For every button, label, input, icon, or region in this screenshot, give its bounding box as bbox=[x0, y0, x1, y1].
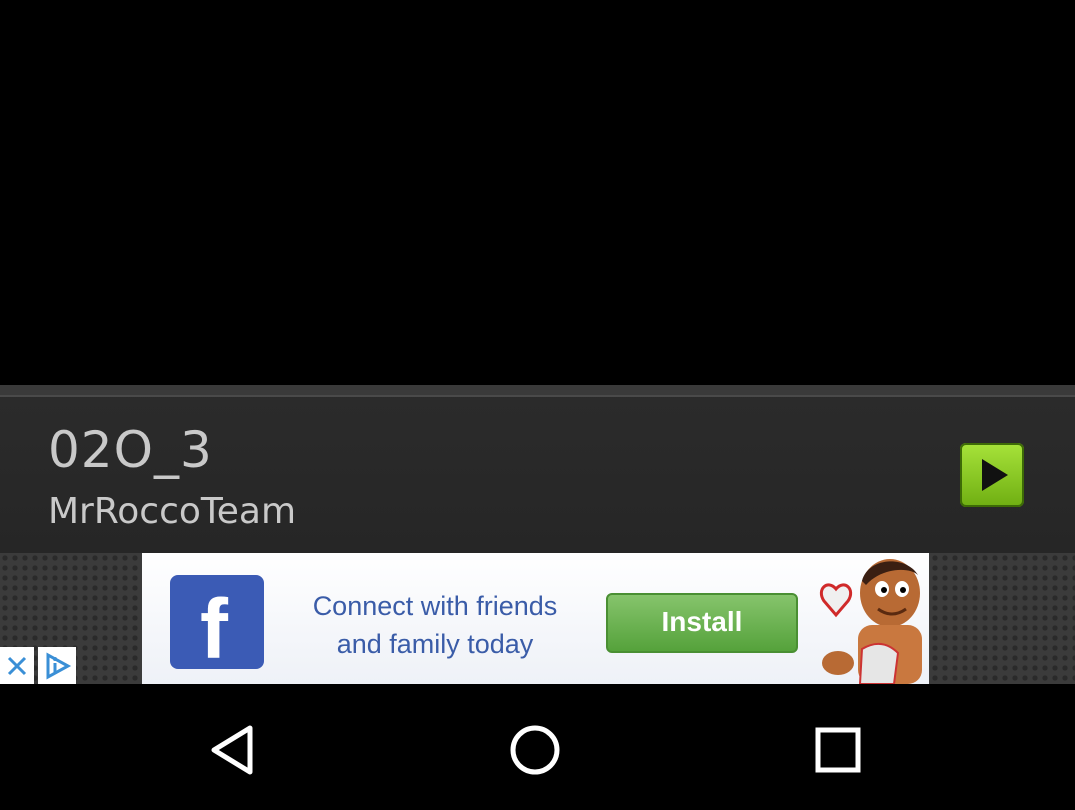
ad-controls bbox=[0, 647, 76, 684]
install-button[interactable]: Install bbox=[606, 593, 798, 653]
facebook-logo-letter: f bbox=[200, 582, 228, 676]
adchoices-icon bbox=[46, 652, 72, 680]
adchoices-button[interactable] bbox=[38, 647, 76, 684]
ad-close-button[interactable] bbox=[0, 647, 34, 684]
ad-text: Connect with friends and family today bbox=[312, 591, 558, 659]
play-button[interactable] bbox=[960, 443, 1024, 507]
navigation-bar bbox=[0, 684, 1075, 810]
ad-banner[interactable]: f Connect with friends and family today … bbox=[142, 553, 929, 684]
recents-icon[interactable] bbox=[808, 720, 868, 780]
track-artist: MrRoccoTeam bbox=[48, 491, 297, 532]
video-area[interactable] bbox=[0, 0, 1075, 385]
home-icon[interactable] bbox=[505, 720, 565, 780]
back-icon[interactable] bbox=[204, 720, 264, 780]
play-icon bbox=[982, 459, 1008, 491]
track-title: 02O_3 bbox=[48, 421, 213, 479]
ad-strip: f Connect with friends and family today … bbox=[0, 553, 1075, 684]
facebook-logo: f bbox=[170, 575, 264, 676]
close-icon bbox=[7, 656, 27, 676]
cartoon-character-image bbox=[819, 559, 922, 684]
player-bar: 02O_3 MrRoccoTeam bbox=[0, 385, 1075, 553]
